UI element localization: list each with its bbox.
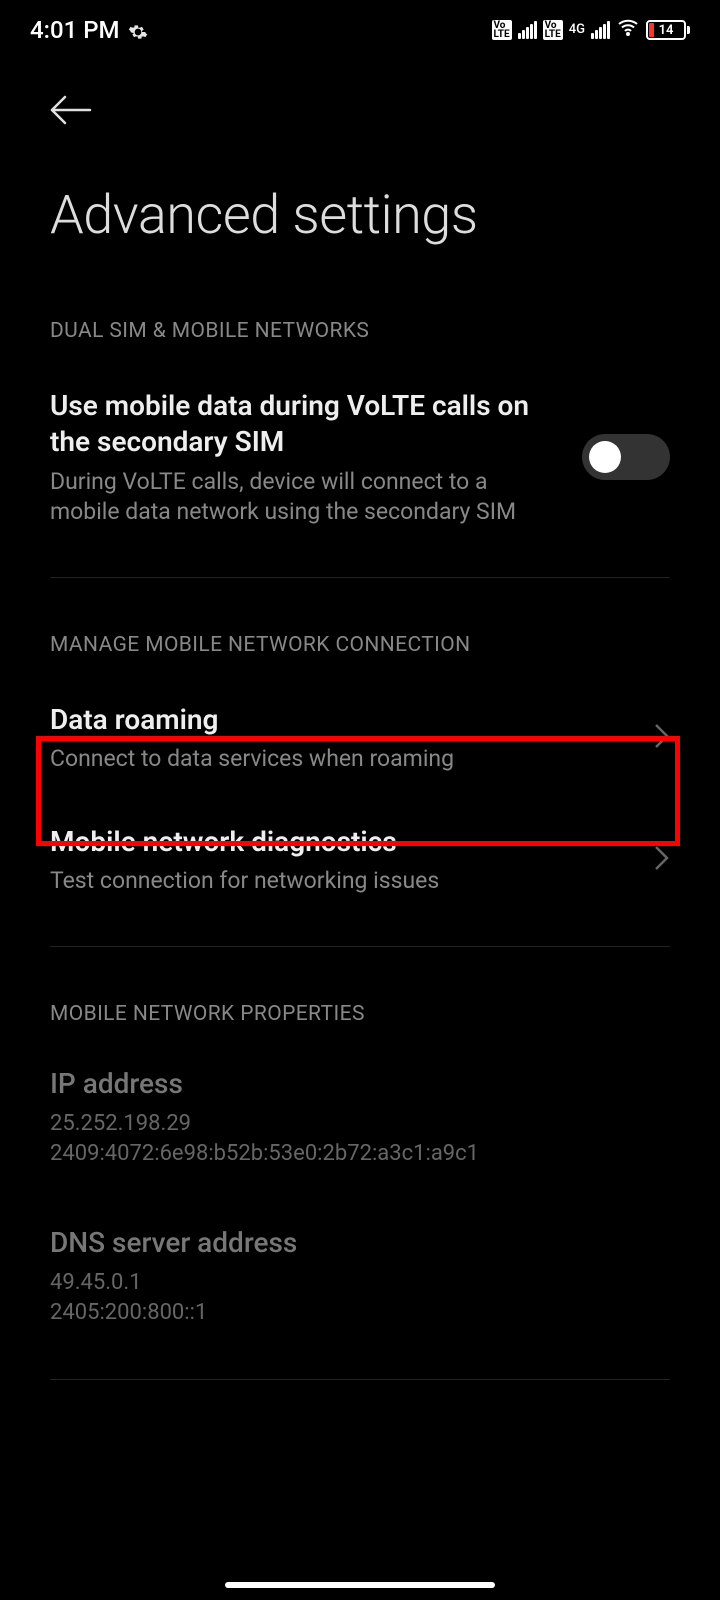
ip-value-v4: 25.252.198.29 bbox=[50, 1109, 670, 1140]
divider bbox=[50, 946, 670, 947]
ip-address-row: IP address 25.252.198.29 2409:4072:6e98:… bbox=[50, 1066, 670, 1170]
divider bbox=[50, 577, 670, 578]
setting-title: Data roaming bbox=[50, 702, 624, 738]
property-title: DNS server address bbox=[50, 1225, 670, 1261]
dns-address-row: DNS server address 49.45.0.1 2405:200:80… bbox=[50, 1225, 670, 1329]
page-title: Advanced settings bbox=[50, 184, 670, 247]
chevron-right-icon bbox=[654, 723, 670, 753]
data-roaming-row[interactable]: Data roaming Connect to data services wh… bbox=[50, 702, 670, 774]
setting-desc: Connect to data services when roaming bbox=[50, 744, 624, 774]
gear-icon bbox=[128, 20, 148, 40]
chevron-right-icon bbox=[654, 845, 670, 875]
network-diagnostics-row[interactable]: Mobile network diagnostics Test connecti… bbox=[50, 824, 670, 896]
wifi-icon bbox=[616, 15, 640, 45]
volte-icon: VoLTE bbox=[492, 20, 512, 40]
status-bar-left: 4:01 PM bbox=[30, 16, 148, 44]
network-type-icon: 4G bbox=[569, 24, 585, 36]
section-header-manage-conn: MANAGE MOBILE NETWORK CONNECTION bbox=[50, 633, 670, 657]
volte-icon: VoLTE bbox=[543, 20, 563, 40]
section-header-properties: MOBILE NETWORK PROPERTIES bbox=[50, 1002, 670, 1026]
divider bbox=[50, 1379, 670, 1380]
clock-text: 4:01 PM bbox=[30, 16, 120, 44]
property-title: IP address bbox=[50, 1066, 670, 1102]
setting-title: Mobile network diagnostics bbox=[50, 824, 624, 860]
setting-desc: Test connection for networking issues bbox=[50, 866, 624, 896]
battery-icon: 14 bbox=[646, 20, 690, 40]
signal-icon bbox=[591, 21, 610, 39]
status-bar-right: VoLTE VoLTE 4G 14 bbox=[492, 15, 691, 45]
dns-value-v6: 2405:200:800::1 bbox=[50, 1298, 670, 1329]
setting-title: Use mobile data during VoLTE calls on th… bbox=[50, 388, 552, 461]
ip-value-v6: 2409:4072:6e98:b52b:53e0:2b72:a3c1:a9c1 bbox=[50, 1139, 670, 1170]
volte-data-toggle[interactable] bbox=[582, 434, 670, 480]
status-bar: 4:01 PM VoLTE VoLTE 4G 14 bbox=[0, 0, 720, 60]
dns-value-v4: 49.45.0.1 bbox=[50, 1268, 670, 1299]
home-indicator[interactable] bbox=[225, 1582, 495, 1588]
battery-percent: 14 bbox=[659, 23, 674, 38]
signal-icon bbox=[518, 21, 537, 39]
back-button[interactable] bbox=[50, 95, 670, 129]
volte-data-row[interactable]: Use mobile data during VoLTE calls on th… bbox=[50, 388, 670, 527]
setting-desc: During VoLTE calls, device will connect … bbox=[50, 467, 552, 527]
section-header-dual-sim: DUAL SIM & MOBILE NETWORKS bbox=[50, 319, 670, 343]
